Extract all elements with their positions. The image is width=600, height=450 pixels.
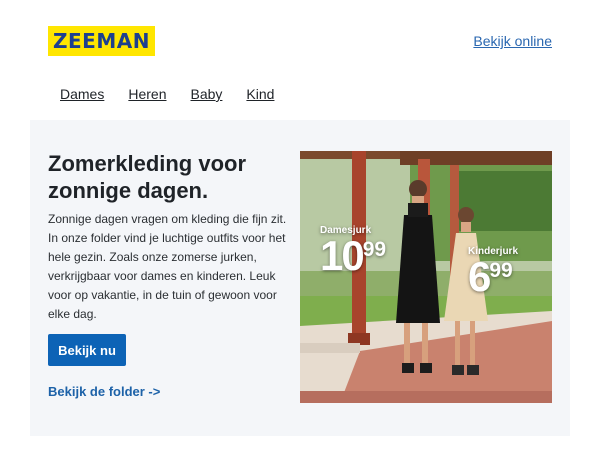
nav-item-kind[interactable]: Kind	[246, 86, 274, 102]
price-integer: 10	[320, 232, 365, 279]
hero-body: Zonnige dagen vragen om kleding die fijn…	[48, 212, 287, 321]
zeeman-logo[interactable]: ZEEMAN	[48, 26, 155, 56]
price-tag-damesjurk: Damesjurk 1099	[320, 225, 387, 279]
nav-item-heren[interactable]: Heren	[128, 86, 166, 102]
hero-section: Zomerkleding voor zonnige dagen. Zonnige…	[30, 120, 570, 436]
view-now-button[interactable]: Bekijk nu	[48, 334, 126, 366]
price-tag-kinderjurk: Kinderjurk 699	[468, 246, 518, 300]
view-folder-link[interactable]: Bekijk de folder ->	[48, 384, 160, 399]
nav-item-dames[interactable]: Dames	[60, 86, 104, 102]
view-online-link[interactable]: Bekijk online	[473, 33, 552, 49]
nav-item-baby[interactable]: Baby	[191, 86, 223, 102]
main-nav: Dames Heren Baby Kind	[60, 86, 274, 102]
price-decimals: 99	[362, 238, 387, 261]
hero-photo[interactable]: Damesjurk 1099 Kinderjurk 699	[300, 151, 552, 403]
logo-text: ZEEMAN	[53, 29, 150, 53]
price-decimals: 99	[489, 259, 513, 282]
price-integer: 6	[468, 253, 491, 300]
hero-title: Zomerkleding voor zonnige dagen.	[48, 151, 247, 203]
